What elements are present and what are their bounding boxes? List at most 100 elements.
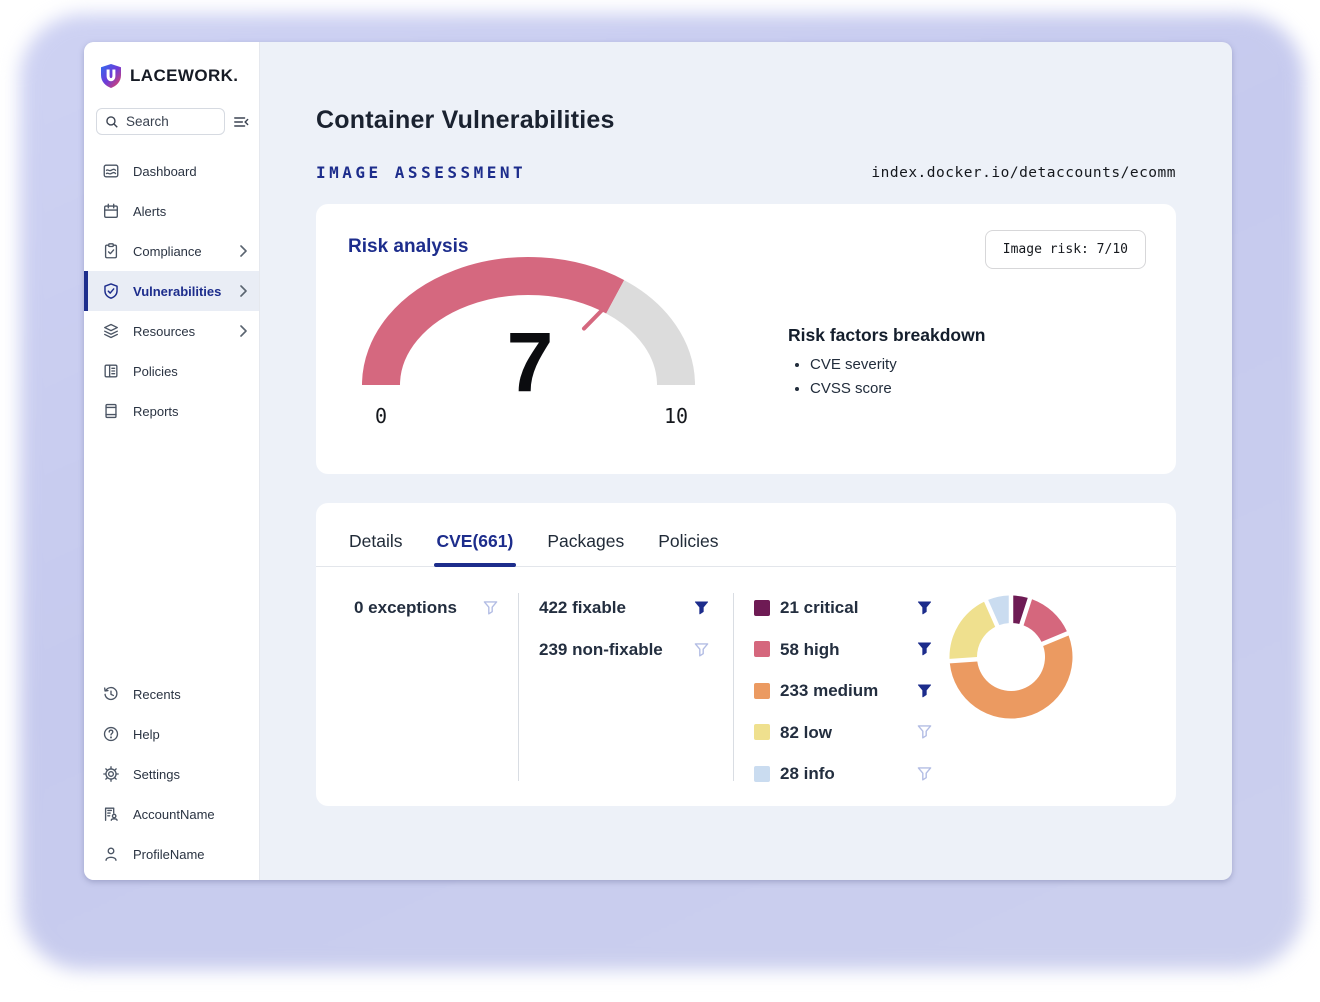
- sidebar-item-profile[interactable]: ProfileName: [84, 834, 259, 874]
- low-swatch: [754, 724, 770, 740]
- filter-icon[interactable]: [694, 642, 709, 658]
- section-label: IMAGE ASSESSMENT: [316, 163, 526, 182]
- profile-person-icon: [102, 845, 120, 863]
- critical-swatch: [754, 600, 770, 616]
- low-label: 82 low: [780, 720, 832, 745]
- filter-icon[interactable]: [917, 683, 932, 699]
- compliance-icon: [102, 242, 120, 260]
- fixable-label: 422 fixable: [539, 595, 626, 620]
- sidebar-item-label: Compliance: [133, 244, 202, 259]
- sidebar-item-help[interactable]: Help: [84, 714, 259, 754]
- info-label: 28 info: [780, 761, 835, 786]
- severity-row-critical: 21 critical: [754, 595, 932, 620]
- sidebar-item-label: ProfileName: [133, 847, 205, 862]
- fixable-column: 422 fixable 239 non-fixable: [519, 593, 734, 781]
- exceptions-stat: 0 exceptions: [354, 595, 498, 620]
- reports-icon: [102, 402, 120, 420]
- filter-icon[interactable]: [694, 600, 709, 616]
- dashboard-icon: [102, 162, 120, 180]
- sidebar-footer: Recents Help: [84, 674, 259, 880]
- severity-row-medium: 233 medium: [754, 678, 932, 703]
- donut-slice-high[interactable]: [1024, 599, 1067, 642]
- cve-details-card: Details CVE(661) Packages Policies 0 exc…: [316, 503, 1176, 806]
- recents-history-icon: [102, 685, 120, 703]
- cve-stats: 0 exceptions 422 fixable 239 no: [316, 567, 1176, 781]
- page-title: Container Vulnerabilities: [316, 106, 1176, 135]
- exceptions-column: 0 exceptions: [316, 593, 519, 781]
- non-fixable-stat: 239 non-fixable: [539, 637, 709, 662]
- sidebar-item-label: Reports: [133, 404, 179, 419]
- filter-icon[interactable]: [917, 641, 932, 657]
- settings-gear-icon: [102, 765, 120, 783]
- high-label: 58 high: [780, 637, 840, 662]
- sidebar-item-account[interactable]: AccountName: [84, 794, 259, 834]
- gauge-min-label: 0: [375, 404, 387, 428]
- breakdown-item: CVE severity: [810, 356, 985, 373]
- sidebar-item-settings[interactable]: Settings: [84, 754, 259, 794]
- app-window: LACEWORK.: [84, 42, 1232, 880]
- fixable-stat: 422 fixable: [539, 595, 709, 620]
- severity-row-low: 82 low: [754, 720, 932, 745]
- sidebar-nav: Dashboard Alerts: [84, 151, 259, 431]
- sidebar-item-label: Resources: [133, 324, 195, 339]
- sidebar-item-policies[interactable]: Policies: [84, 351, 259, 391]
- breakdown-title: Risk factors breakdown: [788, 325, 985, 346]
- critical-label: 21 critical: [780, 595, 858, 620]
- sidebar-item-resources[interactable]: Resources: [84, 311, 259, 351]
- severity-row-high: 58 high: [754, 637, 932, 662]
- tab-cve[interactable]: CVE(661): [437, 531, 514, 566]
- gauge-value: 7: [507, 315, 554, 409]
- sidebar-item-label: Dashboard: [133, 164, 197, 179]
- tab-details[interactable]: Details: [349, 531, 403, 566]
- tabs: Details CVE(661) Packages Policies: [316, 503, 1176, 567]
- sidebar-item-label: Policies: [133, 364, 178, 379]
- sidebar: LACEWORK.: [84, 42, 260, 880]
- image-path: index.docker.io/detaccounts/ecomm: [871, 165, 1176, 181]
- brand-name: LACEWORK.: [130, 66, 238, 86]
- high-swatch: [754, 641, 770, 657]
- gauge-value-arc: [381, 276, 615, 385]
- main-content: Container Vulnerabilities IMAGE ASSESSME…: [260, 42, 1232, 880]
- sidebar-collapse-icon[interactable]: [233, 114, 249, 130]
- policies-icon: [102, 362, 120, 380]
- alerts-icon: [102, 202, 120, 220]
- tab-packages[interactable]: Packages: [547, 531, 624, 566]
- risk-analysis-card: Risk analysis Image risk: 7/10 7 0 10 Ri…: [316, 204, 1176, 474]
- breakdown-item: CVSS score: [810, 380, 985, 397]
- medium-swatch: [754, 683, 770, 699]
- image-risk-badge: Image risk: 7/10: [985, 230, 1146, 269]
- severity-row-info: 28 info: [754, 761, 932, 786]
- non-fixable-label: 239 non-fixable: [539, 637, 663, 662]
- filter-icon[interactable]: [917, 600, 932, 616]
- exceptions-label: 0 exceptions: [354, 595, 457, 620]
- sidebar-item-alerts[interactable]: Alerts: [84, 191, 259, 231]
- sidebar-item-label: Alerts: [133, 204, 166, 219]
- resources-layers-icon: [102, 322, 120, 340]
- vulnerabilities-shield-icon: [102, 282, 120, 300]
- sidebar-item-label: Vulnerabilities: [133, 284, 221, 299]
- risk-factors-breakdown: Risk factors breakdown CVE severity CVSS…: [788, 325, 985, 436]
- severity-column: 21 critical 58 high: [734, 593, 932, 781]
- sidebar-item-dashboard[interactable]: Dashboard: [84, 151, 259, 191]
- medium-label: 233 medium: [780, 678, 878, 703]
- chevron-right-icon: [240, 245, 247, 257]
- tab-policies[interactable]: Policies: [658, 531, 718, 566]
- lacework-shield-icon: [99, 63, 123, 89]
- filter-icon[interactable]: [483, 600, 498, 616]
- donut-slice-low[interactable]: [950, 602, 996, 659]
- search-input[interactable]: [126, 114, 206, 129]
- sidebar-item-reports[interactable]: Reports: [84, 391, 259, 431]
- brand-logo: LACEWORK.: [84, 42, 259, 99]
- sidebar-item-vulnerabilities[interactable]: Vulnerabilities: [84, 271, 259, 311]
- sidebar-item-label: AccountName: [133, 807, 215, 822]
- sidebar-item-label: Settings: [133, 767, 180, 782]
- sidebar-item-recents[interactable]: Recents: [84, 674, 259, 714]
- chevron-right-icon: [240, 285, 247, 297]
- info-swatch: [754, 766, 770, 782]
- filter-icon[interactable]: [917, 766, 932, 782]
- search-box[interactable]: [96, 108, 225, 135]
- sidebar-item-compliance[interactable]: Compliance: [84, 231, 259, 271]
- filter-icon[interactable]: [917, 724, 932, 740]
- search-icon: [105, 115, 119, 129]
- sidebar-item-label: Recents: [133, 687, 181, 702]
